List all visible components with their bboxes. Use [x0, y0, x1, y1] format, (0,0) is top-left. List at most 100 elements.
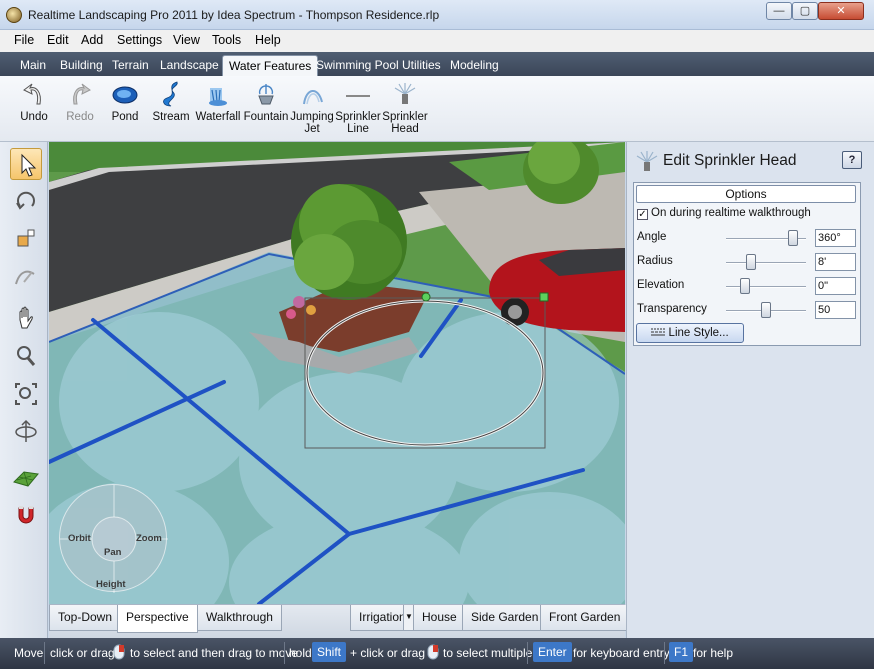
tab-utilities[interactable]: Utilities — [396, 55, 447, 76]
menu-edit[interactable]: Edit — [47, 33, 69, 47]
walkthrough-checkbox-label: On during realtime walkthrough — [651, 207, 811, 219]
redo-icon — [73, 83, 91, 105]
pan-tool-button[interactable] — [10, 302, 42, 334]
sprinkler-line-button[interactable]: Sprinkler Line — [334, 80, 382, 135]
pond-icon — [112, 86, 138, 104]
sprinkler-head-label-1: Sprinkler — [382, 111, 428, 123]
f1-key-badge: F1 — [669, 642, 694, 662]
select-tool-button[interactable] — [10, 148, 42, 180]
elevation-label: Elevation — [637, 279, 685, 291]
tab-water-features[interactable]: Water Features — [222, 55, 319, 76]
help-button[interactable]: ? — [842, 151, 862, 169]
tab-swimming-pool[interactable]: Swimming Pool — [310, 55, 405, 76]
radius-label: Radius — [637, 255, 673, 267]
angle-slider-thumb[interactable] — [787, 230, 798, 246]
status-separator — [664, 642, 665, 664]
line-style-button[interactable]: Line Style... — [636, 323, 744, 343]
status-hold: hold — [289, 646, 312, 660]
radius-input[interactable]: 8' — [815, 253, 856, 271]
nav-pan-label[interactable]: Pan — [104, 547, 121, 558]
nav-height-label[interactable]: Height — [96, 579, 126, 590]
resize-tool-button[interactable] — [10, 222, 42, 254]
pond-button[interactable]: Pond — [101, 80, 149, 123]
zoom-extents-tool-button[interactable] — [10, 378, 42, 410]
redo-label: Redo — [66, 111, 94, 123]
tab-perspective[interactable]: Perspective — [117, 605, 198, 633]
tab-main[interactable]: Main — [14, 55, 52, 76]
undo-button[interactable]: Undo — [10, 80, 58, 123]
terrain-grid-icon — [13, 471, 39, 487]
edit-curve-tool-button[interactable] — [10, 260, 42, 292]
tab-top-down[interactable]: Top-Down — [49, 605, 122, 631]
stream-button[interactable]: Stream — [147, 80, 195, 123]
radius-slider[interactable] — [726, 262, 806, 264]
fountain-label: Fountain — [243, 111, 289, 123]
transparency-input[interactable]: 50 — [815, 301, 856, 319]
status-click-drag-1: click or drag — [50, 646, 115, 660]
magnifier-icon — [17, 346, 36, 366]
sprinkler-head-icon — [636, 151, 658, 171]
properties-panel: Edit Sprinkler Head ? Options ✓ On during… — [626, 142, 874, 638]
status-separator — [527, 642, 528, 664]
tab-building[interactable]: Building — [54, 55, 109, 76]
angle-label: Angle — [637, 231, 667, 243]
options-header[interactable]: Options — [636, 185, 856, 203]
zoom-tool-button[interactable] — [10, 340, 42, 372]
stream-label: Stream — [152, 111, 190, 123]
title-bar: Realtime Landscaping Pro 2011 by Idea Sp… — [0, 0, 874, 30]
tab-front-garden[interactable]: Front Garden — [540, 605, 630, 631]
menu-file[interactable]: File — [14, 33, 34, 47]
menu-tools[interactable]: Tools — [212, 33, 241, 47]
waterfall-button[interactable]: Waterfall — [194, 80, 242, 123]
angle-input[interactable]: 360° — [815, 229, 856, 247]
terrain-grid-tool-button[interactable] — [10, 460, 42, 492]
sprinkler-line-label-2: Line — [347, 123, 369, 135]
elevation-slider-thumb[interactable] — [740, 278, 750, 294]
nav-zoom-label[interactable]: Zoom — [136, 533, 162, 544]
minimize-button[interactable]: — — [766, 2, 792, 20]
walkthrough-checkbox[interactable]: ✓ — [637, 209, 648, 220]
snap-magnet-button[interactable] — [10, 498, 42, 530]
window-title: Realtime Landscaping Pro 2011 by Idea Sp… — [28, 8, 440, 22]
elevation-slider[interactable] — [726, 286, 806, 288]
tab-terrain[interactable]: Terrain — [106, 55, 155, 76]
sprinkler-head-label-2: Head — [391, 123, 419, 135]
status-help: for help — [693, 646, 734, 660]
transparency-slider-thumb[interactable] — [761, 302, 771, 318]
tab-modeling[interactable]: Modeling — [444, 55, 505, 76]
undo-label: Undo — [20, 111, 48, 123]
tab-walkthrough[interactable]: Walkthrough — [197, 605, 282, 631]
close-button[interactable]: ✕ — [818, 2, 864, 20]
waterfall-label: Waterfall — [195, 111, 241, 123]
nav-orbit-label[interactable]: Orbit — [68, 533, 91, 544]
elevation-input[interactable]: 0" — [815, 277, 856, 295]
sprinkler-line-icon — [346, 95, 370, 97]
arrow-pointer-icon — [21, 153, 37, 177]
navigation-wheel[interactable]: Orbit Zoom Pan Height — [59, 484, 168, 593]
panel-title: Edit Sprinkler Head — [663, 152, 797, 169]
undo-icon — [23, 83, 41, 105]
3d-viewport[interactable]: Orbit Zoom Pan Height — [49, 142, 625, 604]
status-separator — [284, 642, 285, 664]
walkthrough-checkbox-row[interactable]: ✓ On during realtime walkthrough — [637, 207, 811, 220]
status-keyboard-entry: for keyboard entry — [573, 646, 670, 660]
maximize-button[interactable]: ▢ — [792, 2, 818, 20]
tab-landscape[interactable]: Landscape — [154, 55, 225, 76]
menu-help[interactable]: Help — [255, 33, 281, 47]
sprinkler-head-button[interactable]: Sprinkler Head — [381, 80, 429, 135]
line-style-label: Line Style... — [668, 327, 729, 339]
menu-add[interactable]: Add — [81, 33, 103, 47]
transparency-label: Transparency — [637, 303, 707, 315]
rotate-tool-button[interactable] — [10, 184, 42, 216]
radius-slider-thumb[interactable] — [745, 254, 756, 270]
jumping-jet-button[interactable]: Jumping Jet — [288, 80, 336, 135]
tab-side-garden[interactable]: Side Garden — [462, 605, 548, 631]
tab-house[interactable]: House — [413, 605, 466, 631]
menu-view[interactable]: View — [173, 33, 200, 47]
hand-icon — [19, 306, 33, 329]
orbit-icon — [15, 419, 37, 442]
menu-settings[interactable]: Settings — [117, 33, 162, 47]
orbit-tool-button[interactable] — [10, 416, 42, 448]
fountain-button[interactable]: Fountain — [242, 80, 290, 123]
redo-button[interactable]: Redo — [56, 80, 104, 123]
